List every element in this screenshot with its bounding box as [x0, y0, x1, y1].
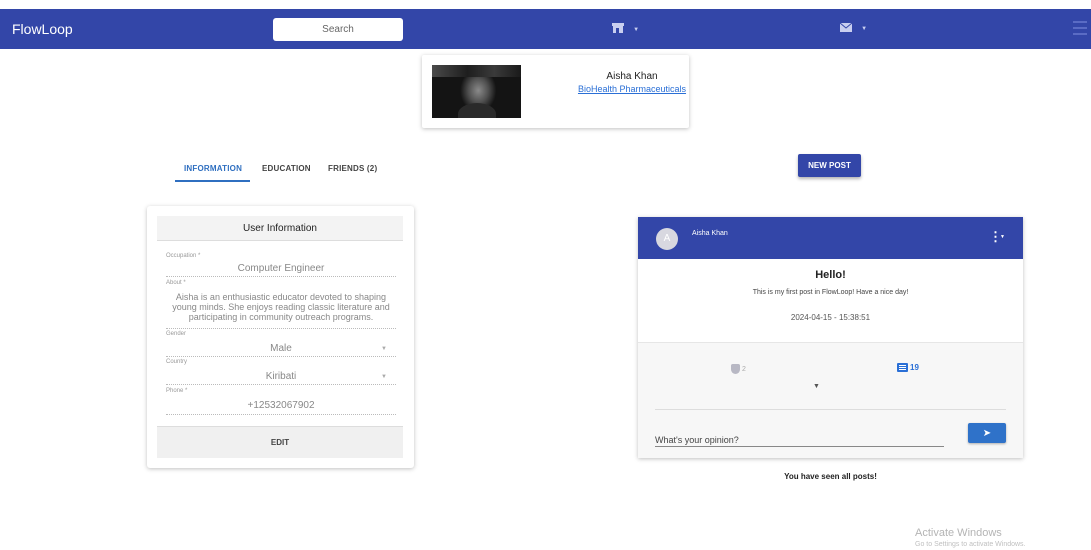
- country-select[interactable]: Kiribati: [166, 371, 396, 382]
- search-input[interactable]: [273, 18, 403, 41]
- new-post-button[interactable]: NEW POST: [798, 154, 861, 177]
- menu-icon[interactable]: [1073, 21, 1087, 37]
- comment-input[interactable]: [655, 427, 944, 447]
- gender-label: Gender: [166, 331, 187, 337]
- occupation-field[interactable]: Computer Engineer: [166, 263, 396, 274]
- like-count: 2: [742, 365, 746, 373]
- avatar[interactable]: A: [656, 228, 678, 250]
- like-icon: [731, 364, 740, 374]
- divider: [166, 276, 396, 277]
- divider: [166, 328, 396, 329]
- like-button[interactable]: 2: [731, 364, 746, 374]
- post-title: Hello!: [815, 269, 846, 281]
- expand-comments-icon[interactable]: ▼: [813, 383, 820, 390]
- send-icon: ➤: [982, 427, 992, 439]
- chevron-down-icon: ▼: [381, 374, 387, 380]
- tab-education[interactable]: EDUCATION: [262, 164, 311, 173]
- chevron-down-icon: ▼: [633, 27, 640, 34]
- user-info-card: User Information Occupation * Computer E…: [147, 206, 414, 468]
- windows-watermark-title: Activate Windows: [915, 527, 1002, 539]
- active-tab-indicator: [175, 180, 250, 182]
- messages-menu[interactable]: ▼: [839, 22, 868, 35]
- tab-information[interactable]: INFORMATION: [184, 164, 242, 173]
- brand-logo[interactable]: FlowLoop: [12, 21, 73, 37]
- post-footer: 2 19 ▼ ➤: [638, 342, 1023, 458]
- post-card: A Aisha Khan ⋮ ▼ Hello! This is my first…: [638, 217, 1023, 458]
- divider: [166, 384, 396, 385]
- post-body: This is my first post in FlowLoop! Have …: [752, 289, 909, 296]
- divider: [166, 414, 396, 415]
- send-button[interactable]: ➤: [968, 423, 1006, 443]
- phone-label: Phone *: [166, 388, 188, 394]
- navbar: FlowLoop ▼ ▼: [0, 9, 1091, 49]
- occupation-label: Occupation *: [166, 253, 201, 259]
- user-info-title: User Information: [157, 216, 403, 241]
- post-date: 2024-04-15 - 15:38:51: [790, 313, 871, 322]
- chevron-down-icon: ▼: [861, 26, 868, 33]
- post-author[interactable]: Aisha Khan: [692, 230, 728, 237]
- store-menu[interactable]: ▼: [612, 23, 639, 36]
- chevron-down-icon: ▼: [1000, 234, 1005, 240]
- mail-icon: [839, 22, 855, 35]
- end-of-feed-message: You have seen all posts!: [784, 472, 877, 481]
- comment-count: 19: [910, 363, 919, 372]
- country-label: Country: [166, 359, 188, 365]
- store-icon: [612, 23, 627, 36]
- post-header: A Aisha Khan ⋮ ▼: [638, 217, 1023, 259]
- tab-friends[interactable]: FRIENDS (2): [328, 164, 377, 173]
- phone-field[interactable]: +12532067902: [166, 400, 396, 411]
- gender-select[interactable]: Male: [166, 343, 396, 354]
- profile-card: Aisha Khan BioHealth Pharmaceuticals: [422, 55, 689, 128]
- about-label: About *: [166, 280, 186, 286]
- windows-watermark-subtitle: Go to Settings to activate Windows.: [915, 541, 1026, 548]
- chevron-down-icon: ▼: [381, 346, 387, 352]
- about-field[interactable]: Aisha is an enthusiastic educator devote…: [166, 292, 396, 322]
- divider: [166, 356, 396, 357]
- profile-photo: [432, 65, 521, 118]
- divider: [655, 409, 1006, 410]
- comment-icon: [897, 363, 908, 373]
- profile-name: Aisha Khan: [606, 71, 658, 82]
- company-link[interactable]: BioHealth Pharmaceuticals: [542, 84, 722, 94]
- edit-button[interactable]: EDIT: [157, 426, 403, 458]
- comments-button[interactable]: 19: [897, 363, 919, 373]
